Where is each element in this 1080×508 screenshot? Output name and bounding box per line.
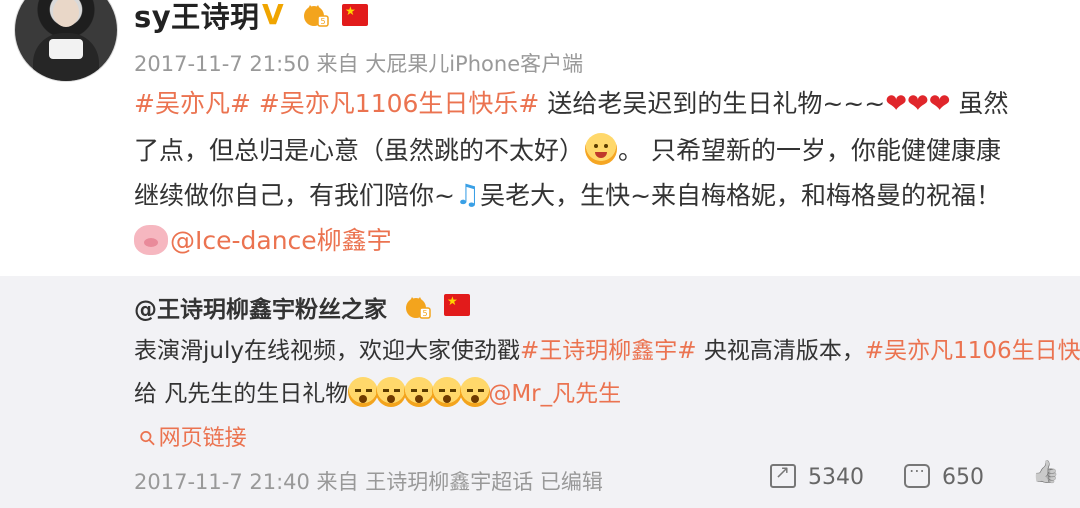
post-text: 继续做你自己，有我们陪你~ xyxy=(134,181,455,210)
china-flag-icon xyxy=(342,4,368,26)
level-badge-icon[interactable]: 5 xyxy=(302,2,330,28)
crying-emoji-icon xyxy=(376,377,407,407)
weibo-post: sy王诗玥 V 5 2017-11-7 21:50 来自 大屁果儿iPhone客… xyxy=(0,0,1080,276)
repost-text-line-2: 给 凡先生的生日礼物 @Mr_凡先生 xyxy=(134,377,621,409)
post-text-line-2: 了点，但总归是心意（虽然跳的不太好） 。 只希望新的一岁，你能健健康康 xyxy=(134,133,1001,168)
post-meta: 2017-11-7 21:50 来自 大屁果儿iPhone客户端 xyxy=(134,52,584,76)
author-avatar[interactable] xyxy=(14,0,118,82)
pig-emoji-icon xyxy=(134,225,168,255)
post-text: 了点，但总归是心意（虽然跳的不太好） xyxy=(134,136,585,165)
crying-emoji-icon xyxy=(432,377,463,407)
post-text: 送给老吴迟到的生日礼物~~~ xyxy=(539,89,886,118)
comment-icon xyxy=(904,461,930,488)
hashtag-link[interactable]: #吴亦凡# xyxy=(134,89,251,118)
repost-count: 5340 xyxy=(808,465,864,490)
repost-text: 给 凡先生的生日礼物 xyxy=(134,381,349,407)
web-link[interactable]: ⚲网页链接 xyxy=(134,420,247,452)
svg-text:5: 5 xyxy=(320,17,325,26)
like-button[interactable] xyxy=(1032,464,1074,490)
thumbs-up-icon xyxy=(1032,464,1062,488)
crying-emoji-icon xyxy=(404,377,435,407)
post-text: 。 只希望新的一岁，你能健健康康 xyxy=(618,136,1001,165)
avatar-scarf xyxy=(49,39,83,59)
web-link-label: 网页链接 xyxy=(158,426,247,451)
mention-link[interactable]: @Mr_凡先生 xyxy=(488,381,621,407)
repost-text-line-1: 表演滑july在线视频，欢迎大家使劲戳#王诗玥柳鑫宇# 央视高清版本，#吴亦凡1… xyxy=(134,336,1080,366)
repost-text: 表演滑july在线视频，欢迎大家使劲戳 xyxy=(134,338,520,364)
avatar-face xyxy=(53,0,79,27)
yummy-emoji-icon xyxy=(585,133,618,165)
repost-text: 央视高清版本， xyxy=(696,338,865,364)
crying-emoji-icon xyxy=(460,377,491,407)
post-text-line-1: #吴亦凡# #吴亦凡1106生日快乐# 送给老吴迟到的生日礼物~~~❤❤❤ 虽然 xyxy=(134,87,1009,121)
verified-v-icon[interactable]: V xyxy=(262,1,290,29)
repost-meta: 2017-11-7 21:40 来自 王诗玥柳鑫宇超话 已编辑 xyxy=(134,470,603,494)
svg-text:5: 5 xyxy=(422,309,427,318)
mention-link[interactable]: @Ice-dance柳鑫宇 xyxy=(170,226,392,255)
post-text: 吴老大，生快~来自梅格妮，和梅格曼的祝福！ xyxy=(480,181,1002,210)
hashtag-link[interactable]: #王诗玥柳鑫宇# xyxy=(520,338,697,364)
hashtag-link[interactable]: #吴亦凡1106生日快乐# xyxy=(259,89,540,118)
repost-button[interactable]: 5340 xyxy=(770,462,864,490)
post-text: 虽然 xyxy=(950,89,1009,118)
crying-emoji-icon xyxy=(348,377,379,407)
hashtag-link[interactable]: #吴亦凡1106生日快 xyxy=(865,338,1080,364)
repost-icon xyxy=(770,462,796,488)
heart-emoji-icon: ❤❤❤ xyxy=(885,89,951,119)
repost-author-link[interactable]: @王诗玥柳鑫宇粉丝之家 xyxy=(134,290,387,324)
music-note-icon: ♫ xyxy=(454,178,481,211)
comment-button[interactable]: 650 xyxy=(904,461,984,490)
link-icon: ⚲ xyxy=(133,424,161,452)
reposted-weibo: @王诗玥柳鑫宇粉丝之家 5 表演滑july在线视频，欢迎大家使劲戳#王诗玥柳鑫宇… xyxy=(0,276,1080,508)
china-flag-icon xyxy=(444,294,470,316)
comment-count: 650 xyxy=(942,465,984,490)
post-text-line-4: @Ice-dance柳鑫宇 xyxy=(134,224,392,258)
post-text-line-3: 继续做你自己，有我们陪你~♫吴老大，生快~来自梅格妮，和梅格曼的祝福！ xyxy=(134,178,1001,213)
author-name[interactable]: sy王诗玥 xyxy=(134,0,260,36)
level-badge-icon[interactable]: 5 xyxy=(404,294,432,320)
